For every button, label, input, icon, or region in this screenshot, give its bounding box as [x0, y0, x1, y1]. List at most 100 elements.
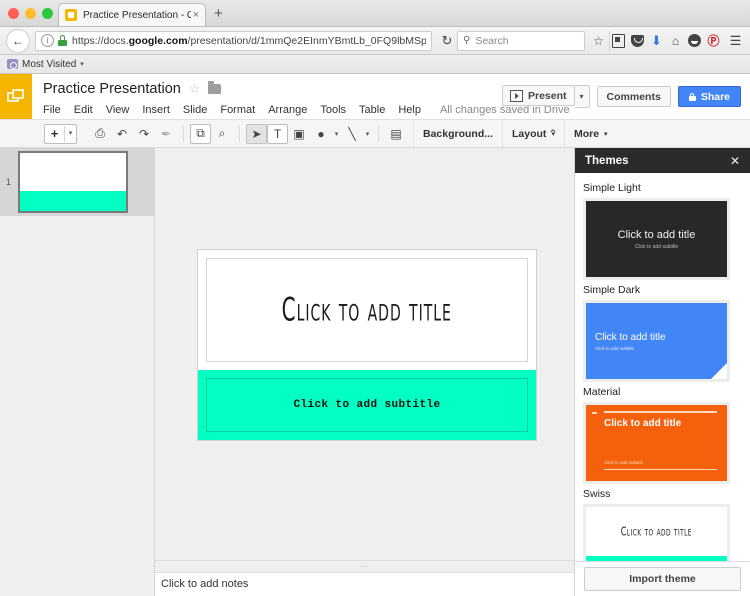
chevron-down-icon[interactable]: ▾: [332, 130, 341, 138]
thumbnail-title-region: [20, 153, 126, 191]
chevron-down-icon[interactable]: ▾: [363, 130, 372, 138]
reader-library-icon[interactable]: [609, 30, 627, 51]
bookmark-most-visited[interactable]: Most Visited: [22, 59, 76, 70]
theme-thumbnail-swiss[interactable]: Click to add title Click to add subtitle: [583, 504, 730, 561]
menu-item-tools[interactable]: Tools: [320, 104, 346, 116]
menu-item-file[interactable]: File: [43, 104, 61, 116]
url-domain: google.com: [128, 34, 188, 47]
minimize-window-button[interactable]: [25, 8, 36, 19]
theme-thumbnail-simple-dark[interactable]: Click to add title Click to add subtitle: [583, 300, 730, 382]
more-label: More: [573, 127, 600, 140]
speaker-notes[interactable]: Click to add notes: [155, 572, 574, 596]
chevron-down-icon: ▾: [604, 130, 608, 138]
slides-toolbar: + ▾ ⎙ ↶ ↷ ✒ ⧉ ⌕ ➤ T ▣ ● ▾ ╲ ▾ ▤ Backgrou…: [0, 119, 750, 148]
fit-to-screen-icon[interactable]: ⧉: [190, 123, 211, 144]
select-tool-icon[interactable]: ➤: [246, 123, 267, 144]
new-tab-button[interactable]: +: [214, 6, 223, 21]
menu-item-edit[interactable]: Edit: [74, 104, 93, 116]
divider: [604, 411, 717, 413]
title-placeholder-box[interactable]: Click to add title: [206, 258, 528, 362]
address-bar[interactable]: i https://docs.google.com/presentation/d…: [35, 30, 432, 51]
undo-icon[interactable]: ↶: [111, 124, 133, 144]
theme-title-text: Click to add title: [595, 331, 666, 343]
home-icon[interactable]: ⌂: [667, 31, 684, 51]
themes-panel-header: Themes ✕: [575, 148, 750, 173]
plus-icon: +: [50, 125, 59, 141]
filmstrip-slide-1[interactable]: 1: [0, 148, 154, 216]
slide-subtitle-region: Click to add subtitle: [198, 370, 536, 440]
subtitle-placeholder-box[interactable]: Click to add subtitle: [206, 378, 528, 432]
present-button[interactable]: Present: [502, 85, 575, 106]
new-slide-button[interactable]: + ▾: [44, 123, 77, 144]
close-icon[interactable]: ✕: [730, 154, 740, 168]
search-icon: ⚲: [463, 35, 471, 46]
add-comment-icon[interactable]: ▤: [385, 124, 407, 144]
search-input[interactable]: ⚲ Search: [457, 30, 585, 51]
menu-item-help[interactable]: Help: [398, 104, 421, 116]
theme-title-text: Click to add title: [617, 228, 696, 241]
background-button[interactable]: Background...: [413, 120, 502, 147]
chevron-down-icon[interactable]: ▾: [64, 125, 76, 142]
print-icon[interactable]: ⎙: [89, 124, 111, 144]
theme-subtitle-text: Click to add subtitle: [604, 459, 644, 465]
browser-tab[interactable]: Practice Presentation - Go... ×: [58, 3, 206, 26]
slides-logo-icon[interactable]: [0, 74, 32, 119]
theme-thumbnail-simple-light[interactable]: Click to add title Click to add subtitle: [583, 198, 730, 280]
back-button[interactable]: ←: [6, 28, 30, 53]
header-actions: Present ▾ Comments Share: [502, 74, 750, 119]
slide-canvas[interactable]: Click to add title Click to add subtitle: [197, 249, 537, 441]
menu-item-view[interactable]: View: [106, 104, 130, 116]
menu-item-arrange[interactable]: Arrange: [268, 104, 307, 116]
image-icon[interactable]: ▣: [288, 124, 310, 144]
paint-format-icon[interactable]: ✒: [155, 124, 177, 144]
redo-icon[interactable]: ↷: [133, 124, 155, 144]
thumbnail-accent-band: [20, 191, 126, 211]
canvas-area[interactable]: Click to add title Click to add subtitle…: [155, 148, 574, 596]
slide-filmstrip: 1: [0, 148, 155, 596]
download-icon[interactable]: ⬇: [648, 31, 665, 51]
toolbar-group-comment: ▤: [379, 120, 413, 147]
menu-item-insert[interactable]: Insert: [142, 104, 170, 116]
theme-thumbnail-material[interactable]: Click to add title Click to add subtitle: [583, 402, 730, 484]
shape-icon[interactable]: ●: [310, 124, 332, 144]
collapse-toolbar-icon[interactable]: ⌃: [531, 120, 575, 147]
line-icon[interactable]: ╲: [341, 124, 363, 144]
hamburger-menu-icon[interactable]: ☰: [727, 31, 744, 51]
toolbar-group-insert: ➤ T ▣ ● ▾ ╲ ▾: [240, 120, 378, 147]
present-dropdown-icon[interactable]: ▾: [574, 85, 590, 108]
close-window-button[interactable]: [8, 8, 19, 19]
site-info-icon[interactable]: i: [41, 34, 54, 47]
zoom-icon[interactable]: ⌕: [211, 124, 233, 144]
notes-resize-handle[interactable]: ⋯: [155, 560, 574, 572]
reload-button[interactable]: ↻: [437, 31, 457, 51]
slide-thumbnail[interactable]: [18, 151, 128, 213]
play-icon: [510, 89, 523, 102]
pinterest-icon[interactable]: Ⓟ: [705, 31, 722, 51]
theme-title-region: Click to add title: [586, 507, 727, 556]
divider: [604, 468, 717, 470]
pocket-icon[interactable]: [629, 31, 646, 51]
themes-panel-title: Themes: [585, 154, 629, 167]
folder-icon[interactable]: [208, 81, 222, 94]
present-group: Present ▾: [502, 85, 590, 108]
page-title[interactable]: Practice Presentation: [43, 81, 181, 97]
comments-button[interactable]: Comments: [596, 86, 671, 107]
menu-item-table[interactable]: Table: [359, 104, 385, 116]
slide-number: 1: [6, 177, 12, 187]
star-icon[interactable]: ☆: [189, 81, 201, 97]
bookmark-star-icon[interactable]: ☆: [590, 31, 607, 51]
close-tab-icon[interactable]: ×: [193, 9, 199, 21]
menu-item-format[interactable]: Format: [220, 104, 255, 116]
textbox-icon[interactable]: T: [267, 123, 288, 144]
lock-icon: [688, 92, 696, 101]
share-button[interactable]: Share: [677, 86, 741, 107]
subtitle-placeholder-text: Click to add subtitle: [293, 399, 441, 411]
theme-label-simple-light: Simple Light: [583, 182, 641, 194]
theme-subtitle-text: Click to add subtitle: [595, 345, 635, 351]
maximize-window-button[interactable]: [42, 8, 53, 19]
smiley-feedback-icon[interactable]: [686, 31, 703, 51]
menu-item-slide[interactable]: Slide: [183, 104, 207, 116]
present-label: Present: [528, 89, 567, 102]
chevron-down-icon[interactable]: ▾: [80, 60, 84, 68]
import-theme-button[interactable]: Import theme: [584, 567, 741, 591]
